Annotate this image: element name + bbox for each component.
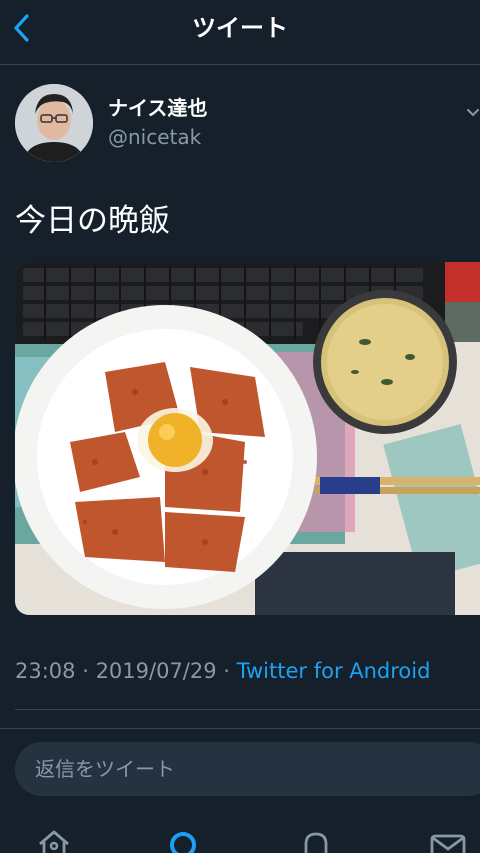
reply-input[interactable]: 返信をツイート xyxy=(15,742,480,796)
avatar[interactable] xyxy=(15,84,93,162)
search-icon[interactable] xyxy=(166,828,202,853)
chevron-down-icon[interactable] xyxy=(466,104,480,118)
notifications-icon[interactable] xyxy=(298,828,334,853)
author-display-name[interactable]: ナイス達也 xyxy=(108,94,207,122)
messages-icon[interactable] xyxy=(430,828,466,853)
author-handle[interactable]: @nicetak xyxy=(108,124,201,150)
tweet-meta: 23:08 · 2019/07/29 · Twitter for Android xyxy=(15,656,430,686)
divider xyxy=(0,728,480,729)
tweet-source-link[interactable]: Twitter for Android xyxy=(237,659,431,683)
top-bar: ツイート xyxy=(0,0,480,65)
tweet-photo[interactable] xyxy=(15,262,480,615)
reply-placeholder: 返信をツイート xyxy=(35,757,175,781)
meta-separator: · xyxy=(216,659,237,683)
divider xyxy=(15,709,480,710)
home-icon[interactable] xyxy=(36,828,72,853)
page-title: ツイート xyxy=(192,14,288,42)
tweet-detail-screen: ツイート ナイス達也 @nicetak 今日の晩飯 23:08 · 2019/0… xyxy=(0,0,480,853)
tweet-date: 2019/07/29 xyxy=(95,659,217,683)
tweet-text: 今日の晩飯 xyxy=(15,203,170,239)
meta-separator: · xyxy=(75,659,96,683)
tweet-time: 23:08 xyxy=(15,659,76,683)
